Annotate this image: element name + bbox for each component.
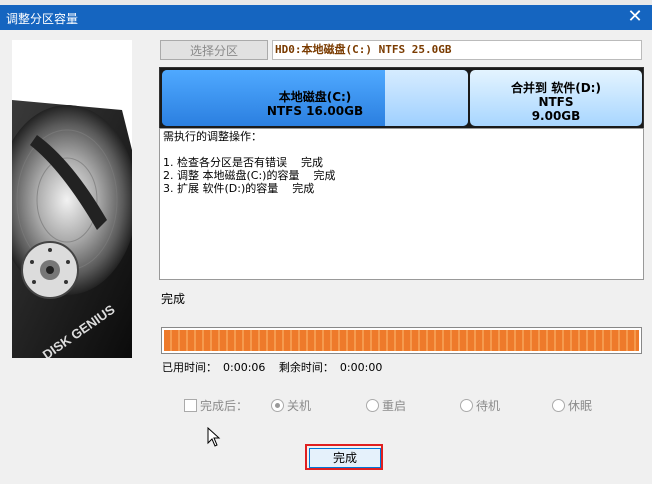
time-info: 已用时间： 0:00:06 剩余时间： 0:00:00 xyxy=(162,359,388,375)
hard-disk-image: DISK GENIUS xyxy=(12,40,132,358)
close-icon[interactable]: ✕ xyxy=(624,6,646,28)
after-completion-options: 完成后： 关机 重启 待机 休眠 xyxy=(0,397,652,415)
radio-standby[interactable]: 待机 xyxy=(460,397,500,414)
radio-shutdown-label: 关机 xyxy=(287,399,312,413)
window-title: 调整分区容量 xyxy=(6,12,79,26)
remaining-value: 0:00:00 xyxy=(339,361,383,374)
progress-fill xyxy=(164,330,639,351)
radio-hibernate[interactable]: 休眠 xyxy=(552,397,592,414)
finish-button-highlight: 完成 xyxy=(305,444,383,470)
partition-d-name: 合并到 软件(D:) xyxy=(511,81,601,95)
after-completion-label: 完成后： xyxy=(200,399,249,413)
operations-header: 需执行的调整操作： xyxy=(163,130,262,143)
select-partition-button[interactable]: 选择分区 xyxy=(160,40,268,60)
radio-standby-label: 待机 xyxy=(476,399,501,413)
operation-item: 2. 调整 本地磁盘(C:)的容量 完成 xyxy=(163,169,336,182)
radio-icon[interactable] xyxy=(366,399,379,412)
after-completion-checkbox[interactable]: 完成后： xyxy=(184,397,248,414)
radio-restart[interactable]: 重启 xyxy=(366,397,406,414)
radio-hibernate-label: 休眠 xyxy=(568,399,593,413)
elapsed-label: 已用时间： xyxy=(162,361,217,374)
status-text: 完成 xyxy=(161,292,186,306)
partition-map: 本地磁盘(C:) NTFS 16.00GB 合并到 软件(D:) NTFS 9.… xyxy=(159,67,644,129)
remaining-label: 剩余时间： xyxy=(278,361,334,374)
radio-restart-label: 重启 xyxy=(382,399,407,413)
disk-info-label: HD0:本地磁盘(C:) NTFS 25.0GB xyxy=(272,40,642,60)
mouse-cursor-icon xyxy=(207,427,221,447)
radio-icon[interactable] xyxy=(460,399,473,412)
title-bar: 调整分区容量 ✕ xyxy=(0,5,652,30)
operations-list-box[interactable]: 需执行的调整操作： 1. 检查各分区是否有错误 完成 2. 调整 本地磁盘(C:… xyxy=(159,128,644,280)
checkbox-icon[interactable] xyxy=(184,399,197,412)
disk-image-panel: DISK GENIUS xyxy=(12,40,132,358)
partition-d-block[interactable]: 合并到 软件(D:) NTFS 9.00GB xyxy=(470,70,642,126)
operation-item: 1. 检查各分区是否有错误 完成 xyxy=(163,156,323,169)
radio-icon[interactable] xyxy=(552,399,565,412)
partition-c-fs-size: NTFS 16.00GB xyxy=(266,104,364,118)
finish-button[interactable]: 完成 xyxy=(309,448,381,468)
elapsed-value: 0:00:06 xyxy=(223,361,266,374)
radio-shutdown[interactable]: 关机 xyxy=(271,397,311,414)
radio-icon[interactable] xyxy=(271,399,284,412)
partition-d-size: 9.00GB xyxy=(531,109,581,123)
partition-d-fs: NTFS xyxy=(538,95,574,109)
progress-bar xyxy=(161,327,642,354)
partition-c-name: 本地磁盘(C:) xyxy=(278,90,352,104)
operation-item: 3. 扩展 软件(D:)的容量 完成 xyxy=(163,182,315,195)
partition-c-block[interactable]: 本地磁盘(C:) NTFS 16.00GB xyxy=(162,70,468,126)
